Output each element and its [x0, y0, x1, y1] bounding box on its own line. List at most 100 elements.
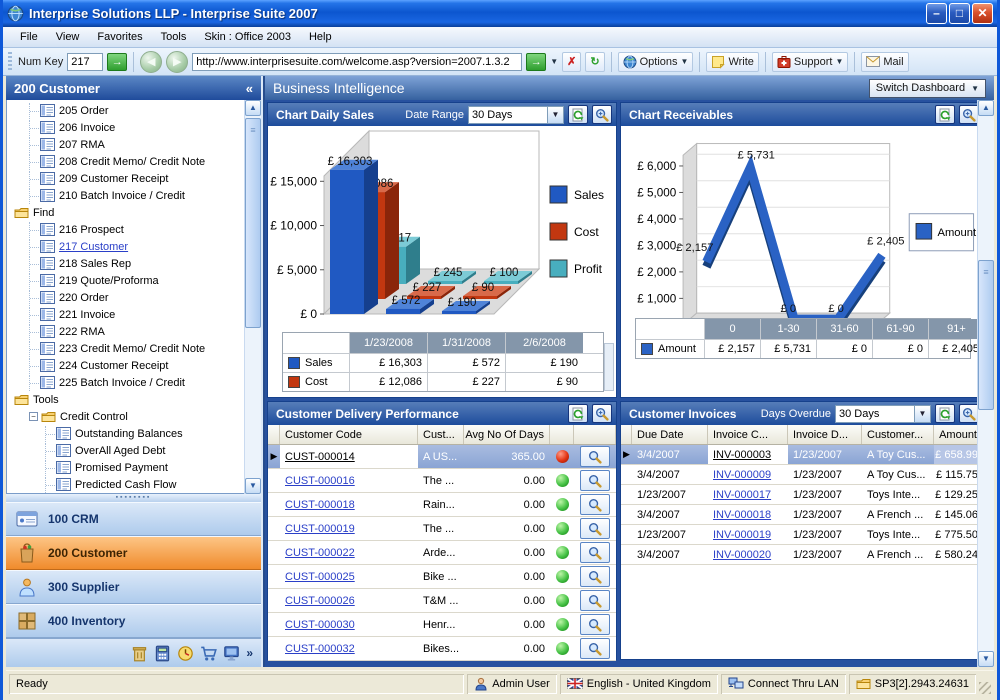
customer-code-link[interactable]: CUST-000022	[285, 547, 355, 559]
tree-scrollbar[interactable]: ▲ ▼	[244, 100, 261, 494]
tree-item[interactable]: Predicted Cash Flow	[7, 476, 260, 493]
tree-item[interactable]: 218 Sales Rep	[7, 255, 260, 272]
column-header[interactable]: Cust...	[418, 425, 464, 444]
support-button[interactable]: Support ▼	[771, 51, 849, 72]
tree-item[interactable]: 222 RMA	[7, 323, 260, 340]
invoice-code-link[interactable]: INV-000009	[713, 469, 771, 481]
tree-item[interactable]: 225 Batch Invoice / Credit	[7, 374, 260, 391]
invoice-code-link[interactable]: INV-000020	[713, 549, 771, 561]
tree-item[interactable]: 210 Batch Invoice / Credit	[7, 187, 260, 204]
menu-item-tools[interactable]: Tools	[152, 28, 196, 46]
invoice-row[interactable]: 1/23/2007 INV-000019 1/23/2007 Toys Inte...…	[621, 525, 983, 545]
sidebar-button-300-supplier[interactable]: 300 Supplier	[6, 570, 261, 604]
customer-code-link[interactable]: CUST-000026	[285, 595, 355, 607]
tree-item[interactable]: 220 Order	[7, 289, 260, 306]
column-header[interactable]	[268, 425, 280, 444]
resize-grip[interactable]	[979, 682, 991, 694]
url-go-button[interactable]: →	[526, 52, 547, 71]
customer-code-link[interactable]: CUST-000019	[285, 523, 355, 535]
delivery-row[interactable]: ▶ CUST-000014 A US... 365.00	[268, 445, 616, 469]
panel-refresh-button[interactable]	[568, 404, 588, 423]
tree-item[interactable]: − Credit Control	[7, 408, 260, 425]
status-language[interactable]: English - United Kingdom	[560, 674, 718, 694]
tree-item[interactable]: 205 Order	[7, 102, 260, 119]
invoice-code-link[interactable]: INV-000018	[713, 509, 771, 521]
refresh-button[interactable]: ↻	[585, 51, 605, 72]
tray-more-button[interactable]: »	[246, 646, 253, 660]
status-version[interactable]: SP3[2].2943.24631	[849, 674, 976, 694]
column-header[interactable]: Avg No Of Days	[464, 425, 550, 444]
column-header[interactable]	[621, 425, 632, 444]
panel-zoom-button[interactable]	[592, 105, 612, 124]
customer-code-link[interactable]: CUST-000016	[285, 475, 355, 487]
scrollbar-thumb[interactable]	[245, 118, 261, 328]
view-details-button[interactable]	[580, 614, 610, 635]
customer-code-link[interactable]: CUST-000018	[285, 499, 355, 511]
sidebar-button-100-crm[interactable]: 100 CRM	[6, 502, 261, 536]
invoice-row[interactable]: ▶ 3/4/2007 INV-000003 1/23/2007 A Toy Cus...…	[621, 445, 983, 465]
view-details-button[interactable]	[580, 566, 610, 587]
tree-item[interactable]: 216 Prospect	[7, 221, 260, 238]
view-details-button[interactable]	[580, 446, 610, 467]
tree-item[interactable]: Promised Payment	[7, 459, 260, 476]
delivery-row[interactable]: CUST-000030 Henr... 0.00	[268, 613, 616, 637]
date-range-select[interactable]: 30 Days ▼	[468, 105, 564, 124]
panel-zoom-button[interactable]	[592, 404, 612, 423]
panel-refresh-button[interactable]	[935, 404, 955, 423]
column-header[interactable]: Invoice C...	[708, 425, 788, 444]
tree-item[interactable]: 223 Credit Memo/ Credit Note	[7, 340, 260, 357]
tray-trash-icon[interactable]	[131, 645, 148, 662]
tree-item[interactable]: 221 Invoice	[7, 306, 260, 323]
tree-item[interactable]: 217 Customer	[7, 238, 260, 255]
stop-button[interactable]: ✗	[562, 51, 582, 72]
sidebar-splitter[interactable]: ▪▪▪▪▪▪▪▪	[6, 494, 261, 502]
column-header[interactable]: Invoice D...	[788, 425, 862, 444]
minimize-button[interactable]: –	[926, 3, 947, 24]
view-details-button[interactable]	[580, 638, 610, 659]
chevron-down-icon[interactable]: ▼	[914, 405, 930, 422]
view-details-button[interactable]	[580, 470, 610, 491]
view-details-button[interactable]	[580, 518, 610, 539]
num-key-go-button[interactable]: →	[107, 52, 128, 71]
scroll-down-arrow[interactable]: ▼	[245, 478, 261, 494]
chevron-down-icon[interactable]: ▼	[547, 106, 563, 123]
view-details-button[interactable]	[580, 494, 610, 515]
tree-item[interactable]: 208 Credit Memo/ Credit Note	[7, 153, 260, 170]
sidebar-button-200-customer[interactable]: 200 Customer	[6, 536, 261, 570]
status-user[interactable]: Admin User	[467, 674, 556, 694]
tree-item[interactable]: 224 Customer Receipt	[7, 357, 260, 374]
column-header[interactable]: Customer...	[862, 425, 934, 444]
delivery-row[interactable]: CUST-000016 The ... 0.00	[268, 469, 616, 493]
invoice-row[interactable]: 3/4/2007 INV-000009 1/23/2007 A Toy Cus... £…	[621, 465, 983, 485]
scroll-up-arrow[interactable]: ▲	[978, 100, 994, 116]
invoice-row[interactable]: 1/23/2007 INV-000017 1/23/2007 Toys Inte...…	[621, 485, 983, 505]
delivery-row[interactable]: CUST-000026 T&M ... 0.00	[268, 589, 616, 613]
tray-calculator-icon[interactable]	[154, 645, 171, 662]
menu-item-favorites[interactable]: Favorites	[88, 28, 151, 46]
invoice-code-link[interactable]: INV-000003	[713, 449, 771, 461]
invoice-row[interactable]: 3/4/2007 INV-000020 1/23/2007 A French ... £…	[621, 545, 983, 565]
delivery-row[interactable]: CUST-000032 Bikes... 0.00	[268, 637, 616, 661]
write-button[interactable]: Write	[706, 51, 759, 72]
panel-zoom-button[interactable]	[959, 105, 979, 124]
delivery-row[interactable]: CUST-000025 Bike ... 0.00	[268, 565, 616, 589]
scroll-down-arrow[interactable]: ▼	[978, 651, 994, 667]
column-header[interactable]: Customer Code	[280, 425, 418, 444]
forward-button[interactable]: ▶	[166, 50, 189, 73]
customer-code-link[interactable]: CUST-000030	[285, 619, 355, 631]
sidebar-button-400-inventory[interactable]: 400 Inventory	[6, 604, 261, 638]
maximize-button[interactable]: □	[949, 3, 970, 24]
scroll-up-arrow[interactable]: ▲	[245, 100, 261, 116]
panel-zoom-button[interactable]	[959, 404, 979, 423]
tray-clock-icon[interactable]	[177, 645, 194, 662]
collapse-sidebar-button[interactable]: «	[246, 81, 253, 96]
view-details-button[interactable]	[580, 542, 610, 563]
delivery-row[interactable]: CUST-000019 The ... 0.00	[268, 517, 616, 541]
tree-item[interactable]: Find	[7, 204, 260, 221]
back-button[interactable]: ◀	[140, 50, 163, 73]
bi-scrollbar[interactable]: ▲ ▼	[977, 100, 994, 667]
status-connection[interactable]: Connect Thru LAN	[721, 674, 846, 694]
options-button[interactable]: Options ▼	[617, 51, 694, 72]
column-header[interactable]	[550, 425, 574, 444]
expand-collapse-box[interactable]: −	[29, 412, 38, 421]
